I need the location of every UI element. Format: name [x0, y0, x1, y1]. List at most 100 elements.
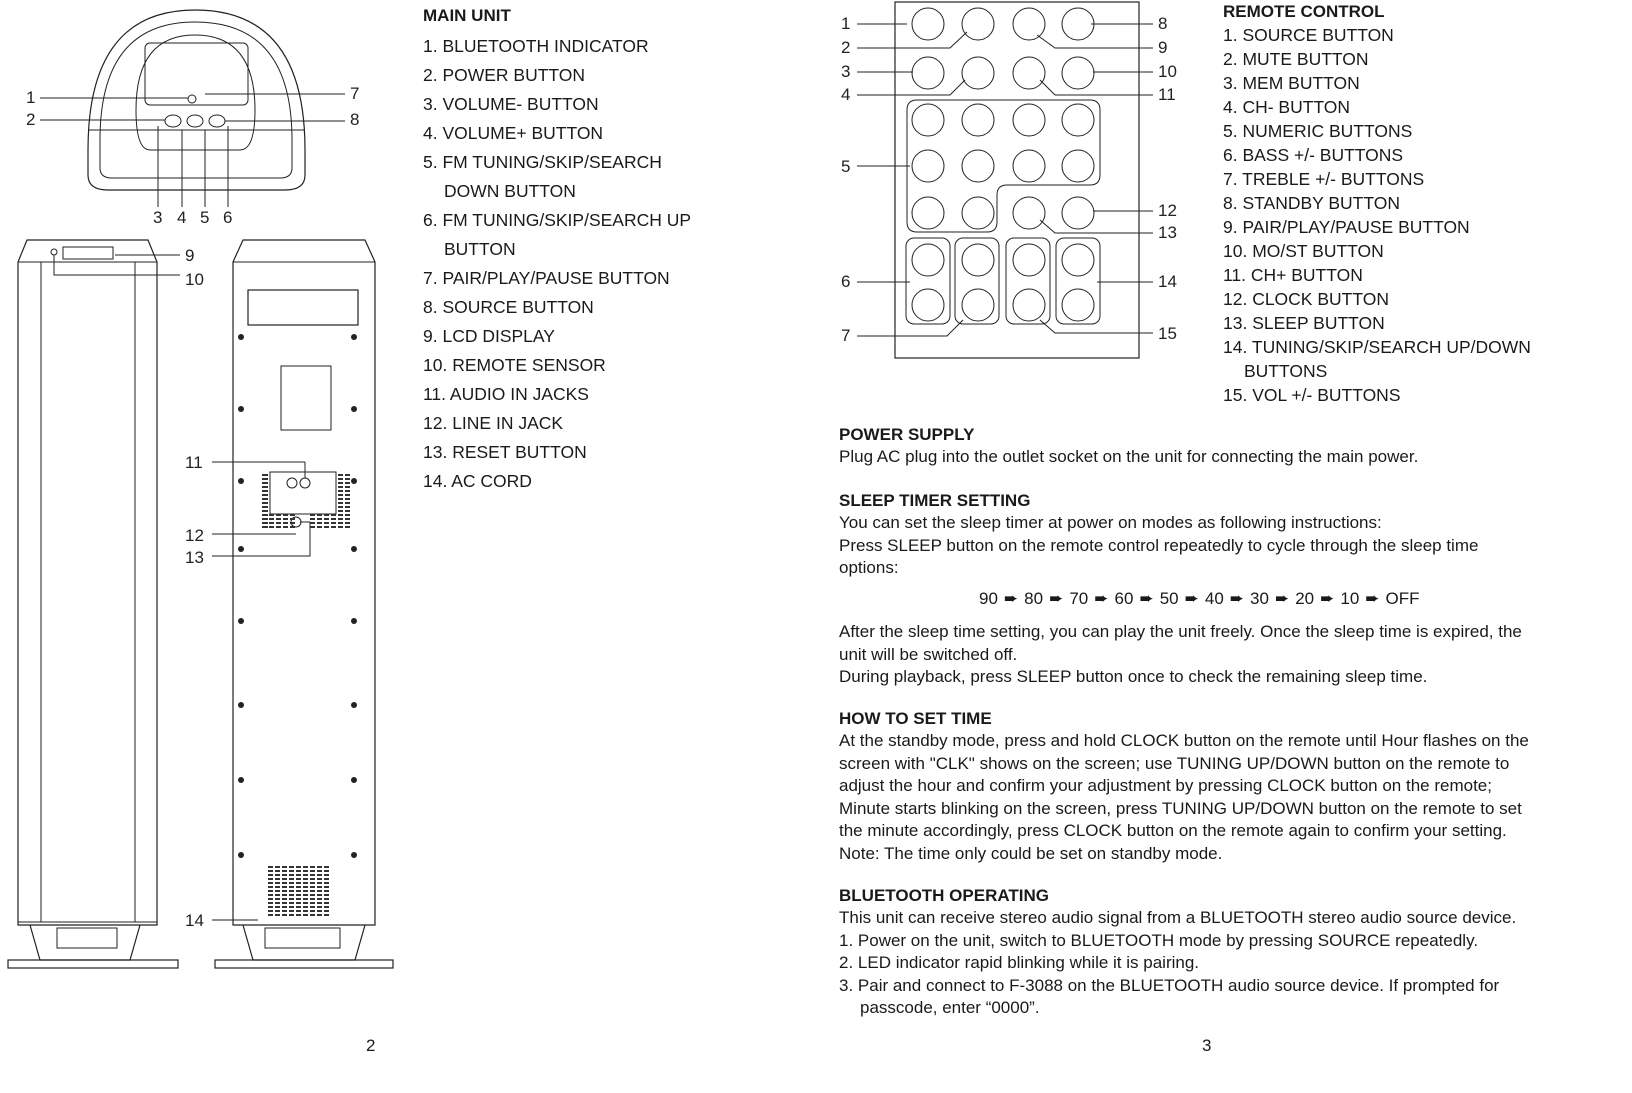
vent-slot: [290, 522, 295, 524]
remote-button-shape: [961, 196, 995, 230]
vent-slot: [282, 878, 287, 880]
remote-buttons: [911, 7, 1095, 322]
remote-button-shape: [1012, 7, 1046, 41]
power-supply-title: POWER SUPPLY: [839, 425, 975, 444]
vent-slot: [324, 890, 329, 892]
bluetooth-line: 3. Pair and connect to F-3088 on the BLU…: [839, 975, 1500, 995]
vent-slot: [310, 894, 315, 896]
vent-slot: [282, 902, 287, 904]
vent-slot: [296, 886, 301, 888]
sleep-timer-line: options:: [839, 558, 899, 577]
vent-slot: [317, 866, 322, 868]
vent-slot: [324, 522, 329, 524]
remote-button-shape: [961, 7, 995, 41]
vent-slot: [262, 510, 268, 512]
remote-control-title: REMOTE CONTROL: [1223, 2, 1385, 21]
label-3: 3: [153, 208, 163, 227]
remote-control-item: BUTTONS: [1244, 361, 1328, 381]
set-time-line: Note: The time only could be set on stan…: [839, 843, 1223, 863]
remote-control-list: 1. SOURCE BUTTON 2. MUTE BUTTON 3. MEM BUT…: [1223, 23, 1531, 407]
main-unit-item: 10. REMOTE SENSOR: [423, 355, 606, 375]
vent-slot: [268, 910, 273, 912]
sleep-time-option: 40: [1204, 589, 1224, 608]
remote-button-shape: [1012, 149, 1046, 183]
sleep-time-option: 80: [1024, 589, 1044, 608]
vent-slot: [268, 902, 273, 904]
vent-slot: [317, 890, 322, 892]
vent-slot: [289, 906, 294, 908]
vent-slot: [262, 474, 268, 476]
back-tower: [212, 239, 394, 969]
set-time-section: HOW TO SET TIME At the standby mode, pre…: [839, 707, 1574, 865]
vent-slot: [338, 490, 343, 492]
label-11: 11: [185, 453, 203, 472]
vent-slot: [338, 482, 343, 484]
vent-slot: [268, 898, 273, 900]
vent-slot: [345, 474, 350, 476]
vent-slot: [262, 490, 268, 492]
remote-control-item: 11. CH+ BUTTON: [1223, 265, 1363, 285]
vent-slot: [289, 870, 294, 872]
main-unit-diagram: [7, 9, 394, 969]
vent-slot: [282, 874, 287, 876]
bluetooth-line: This unit can receive stereo audio signa…: [839, 908, 1517, 927]
vent-slot: [268, 906, 273, 908]
vent-slot: [324, 906, 329, 908]
vent-slot: [290, 518, 295, 520]
vent-slot: [338, 502, 343, 504]
vent-slot: [282, 866, 287, 868]
set-time-title: HOW TO SET TIME: [839, 709, 992, 728]
vent-slot: [282, 894, 287, 896]
remote-button-shape: [961, 288, 995, 322]
remote-button-shape: [1061, 243, 1095, 277]
remote-button-shape: [1061, 149, 1095, 183]
vent-slot: [338, 478, 343, 480]
front-tower: [7, 239, 180, 969]
main-unit-item: 13. RESET BUTTON: [423, 442, 587, 462]
main-unit-item: 2. POWER BUTTON: [423, 65, 586, 85]
remote-label-1: 1: [841, 14, 851, 33]
vent-slot: [317, 914, 322, 916]
vent-slot: [303, 894, 308, 896]
vent-slot: [324, 886, 329, 888]
label-12: 12: [185, 526, 204, 545]
remote-label-7: 7: [841, 326, 851, 345]
vent-slot: [338, 518, 343, 520]
remote-label-4: 4: [841, 85, 851, 104]
vent-slot: [310, 870, 315, 872]
vent-slot: [310, 886, 315, 888]
vent-slot: [310, 890, 315, 892]
vent-slot: [345, 522, 350, 524]
sleep-timer-title: SLEEP TIMER SETTING: [839, 491, 1031, 510]
vent-slot: [283, 518, 288, 520]
vent-slot: [262, 494, 268, 496]
vent-slot: [275, 890, 280, 892]
set-time-line: adjust the hour and confirm your adjustm…: [839, 776, 1492, 795]
vent-slot: [345, 482, 350, 484]
vent-slot: [269, 514, 274, 516]
arrow-right-icon: ➨: [1094, 589, 1109, 608]
vent-slot: [289, 886, 294, 888]
remote-control-section: REMOTE CONTROL 1. SOURCE BUTTON 2. MUTE B…: [1223, 0, 1531, 407]
vent-slot: [296, 902, 301, 904]
screw-hole-icon: [238, 478, 244, 484]
remote-control-item: 3. MEM BUTTON: [1223, 73, 1360, 93]
vent-slot: [282, 890, 287, 892]
vent-slot: [275, 874, 280, 876]
vent-slot: [317, 874, 322, 876]
vent-slot: [317, 526, 322, 528]
vent-slot: [262, 514, 267, 516]
remote-button-shape: [1061, 103, 1095, 137]
remote-label-12: 12: [1158, 201, 1177, 220]
vent-slot: [310, 898, 315, 900]
vent-slot: [324, 526, 329, 528]
remote-button-shape: [1012, 103, 1046, 137]
remote-label-3: 3: [841, 62, 851, 81]
vent-slot: [289, 902, 294, 904]
vent-slot: [289, 898, 294, 900]
vent-slot: [268, 870, 273, 872]
vent-slot: [310, 514, 315, 516]
vent-slot: [275, 886, 280, 888]
set-time-line: the minute accordingly, press CLOCK butt…: [839, 821, 1507, 840]
remote-label-11: 11: [1158, 85, 1176, 104]
